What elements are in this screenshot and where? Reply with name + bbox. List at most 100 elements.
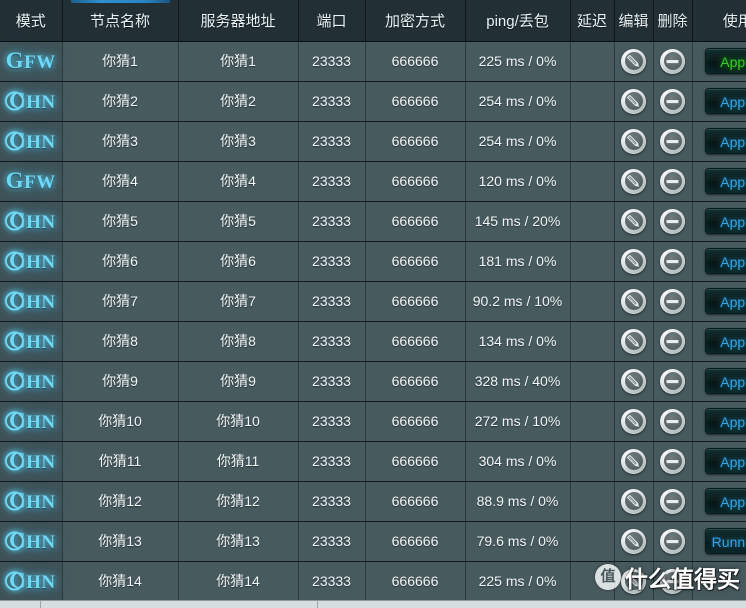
cell-delay	[570, 480, 615, 522]
table-row[interactable]: CHN你猜13你猜132333366666679.6 ms / 0%Runnin…	[0, 520, 746, 562]
delete-minus-icon[interactable]	[660, 448, 685, 474]
delete-minus-icon[interactable]	[660, 528, 685, 554]
pencil-glyph	[621, 569, 646, 594]
cell-port: 23333	[298, 480, 366, 522]
pencil-glyph	[621, 289, 646, 314]
edit-pencil-icon[interactable]	[621, 328, 646, 354]
apply-button[interactable]: Apply	[704, 408, 746, 434]
cell-mode: CHN	[0, 560, 63, 602]
table-row[interactable]: CHN你猜6你猜623333666666181 ms / 0%Apply	[0, 240, 746, 282]
apply-button[interactable]: Apply	[704, 208, 746, 234]
apply-button[interactable]: Apply	[704, 328, 746, 354]
cell-cipher: 666666	[365, 400, 466, 442]
cell-delete	[653, 520, 693, 562]
edit-pencil-icon[interactable]	[621, 248, 646, 274]
mode-chn-icon: CHN	[4, 128, 56, 154]
delete-minus-icon[interactable]	[660, 48, 685, 74]
cell-ping-loss: 254 ms / 0%	[465, 120, 571, 162]
column-header-name[interactable]: 节点名称	[62, 0, 179, 42]
edit-pencil-icon[interactable]	[621, 448, 646, 474]
apply-button[interactable]: Apply	[704, 248, 746, 274]
cell-node-name: 你猜1	[62, 40, 179, 82]
table-row[interactable]: GFW你猜1你猜123333666666225 ms / 0%Apply	[0, 40, 746, 82]
delete-minus-icon[interactable]	[660, 128, 685, 154]
mode-chn-icon: CHN	[4, 368, 56, 394]
running-status-button[interactable]: Running	[704, 528, 746, 554]
column-header-mode[interactable]: 模式	[0, 0, 63, 42]
apply-button[interactable]: Apply	[704, 168, 746, 194]
delete-minus-icon[interactable]	[660, 568, 685, 594]
table-row[interactable]: CHN你猜10你猜1023333666666272 ms / 10%Apply	[0, 400, 746, 442]
delete-minus-icon[interactable]	[660, 408, 685, 434]
column-header-port[interactable]: 端口	[298, 0, 366, 42]
edit-pencil-icon[interactable]	[621, 208, 646, 234]
table-row[interactable]: GFW你猜4你猜423333666666120 ms / 0%Apply	[0, 160, 746, 202]
cell-edit	[614, 480, 654, 522]
delete-minus-icon[interactable]	[660, 248, 685, 274]
apply-button[interactable]: Apply	[704, 448, 746, 474]
table-row[interactable]: CHN你猜12你猜122333366666688.9 ms / 0%Apply	[0, 480, 746, 522]
column-header-server[interactable]: 服务器地址	[178, 0, 299, 42]
cell-edit	[614, 40, 654, 82]
cell-server-address: 你猜9	[178, 360, 299, 402]
delete-minus-icon[interactable]	[660, 88, 685, 114]
edit-pencil-icon[interactable]	[621, 568, 646, 594]
cell-ping-loss: 90.2 ms / 10%	[465, 280, 571, 322]
table-row[interactable]: CHN你猜7你猜72333366666690.2 ms / 10%Apply	[0, 280, 746, 322]
node-manager-window: 模式 节点名称 服务器地址 端口 加密方式 ping/丢包 延迟 编辑 删除 使用 GFW 你猜1 你…	[0, 0, 746, 608]
delete-minus-icon[interactable]	[660, 288, 685, 314]
table-row[interactable]: CHN你猜2你猜223333666666254 ms / 0%Apply	[0, 80, 746, 122]
table-row[interactable]: CHN你猜8你猜823333666666134 ms / 0%Apply	[0, 320, 746, 362]
column-header-use[interactable]: 使用	[692, 0, 746, 42]
edit-pencil-icon[interactable]	[621, 48, 646, 74]
cell-delay	[570, 400, 615, 442]
delete-minus-icon[interactable]	[660, 168, 685, 194]
apply-button[interactable]: Apply	[704, 88, 746, 114]
table-row[interactable]: CHN你猜5你猜523333666666145 ms / 20%Apply	[0, 200, 746, 242]
cell-delete	[653, 440, 693, 482]
cell-delete	[653, 80, 693, 122]
cell-server-address: 你猜13	[178, 520, 299, 562]
edit-pencil-icon[interactable]	[621, 288, 646, 314]
pencil-glyph	[621, 369, 646, 394]
mode-gfw-icon: GFW	[5, 168, 56, 193]
apply-button[interactable]: Apply	[704, 288, 746, 314]
table-body: GFW你猜1你猜123333666666225 ms / 0%ApplyCHN你…	[0, 40, 746, 602]
table-row[interactable]: CHN你猜3你猜323333666666254 ms / 0%Apply	[0, 120, 746, 162]
column-header-delete[interactable]: 删除	[653, 0, 693, 42]
cell-mode: CHN	[0, 520, 63, 562]
delete-minus-icon[interactable]	[660, 328, 685, 354]
column-header-delay[interactable]: 延迟	[570, 0, 615, 42]
edit-pencil-icon[interactable]	[621, 128, 646, 154]
edit-pencil-icon[interactable]	[621, 168, 646, 194]
column-header-cipher[interactable]: 加密方式	[365, 0, 466, 42]
table-row[interactable]: CHN你猜9你猜923333666666328 ms / 40%Apply	[0, 360, 746, 402]
cell-port: 23333	[298, 120, 366, 162]
apply-button[interactable]: Apply	[704, 128, 746, 154]
apply-button[interactable]: Apply	[704, 48, 746, 74]
delete-minus-icon[interactable]	[660, 208, 685, 234]
edit-pencil-icon[interactable]	[621, 88, 646, 114]
cell-server-address: 你猜14	[178, 560, 299, 602]
edit-pencil-icon[interactable]	[621, 368, 646, 394]
cell-delete	[653, 560, 693, 602]
cell-use: Apply	[692, 280, 746, 322]
column-header-ping[interactable]: ping/丢包	[465, 0, 571, 42]
edit-pencil-icon[interactable]	[621, 488, 646, 514]
column-header-edit[interactable]: 编辑	[614, 0, 654, 42]
mode-chn-icon: CHN	[4, 208, 56, 234]
apply-button[interactable]: Apply	[704, 368, 746, 394]
cell-delete	[653, 40, 693, 82]
pencil-glyph	[621, 129, 646, 154]
edit-pencil-icon[interactable]	[621, 528, 646, 554]
table-row[interactable]: CHN你猜11你猜1123333666666304 ms / 0%Apply	[0, 440, 746, 482]
edit-pencil-icon[interactable]	[621, 408, 646, 434]
cell-port: 23333	[298, 400, 366, 442]
cell-port: 23333	[298, 40, 366, 82]
delete-minus-icon[interactable]	[660, 368, 685, 394]
delete-minus-icon[interactable]	[660, 488, 685, 514]
table-row[interactable]: CHN 你猜14 你猜14 23333 666666 225 ms / 0%	[0, 560, 746, 602]
cell-node-name: 你猜12	[62, 480, 179, 522]
apply-button[interactable]: Apply	[704, 488, 746, 514]
cell-ping-loss: 304 ms / 0%	[465, 440, 571, 482]
